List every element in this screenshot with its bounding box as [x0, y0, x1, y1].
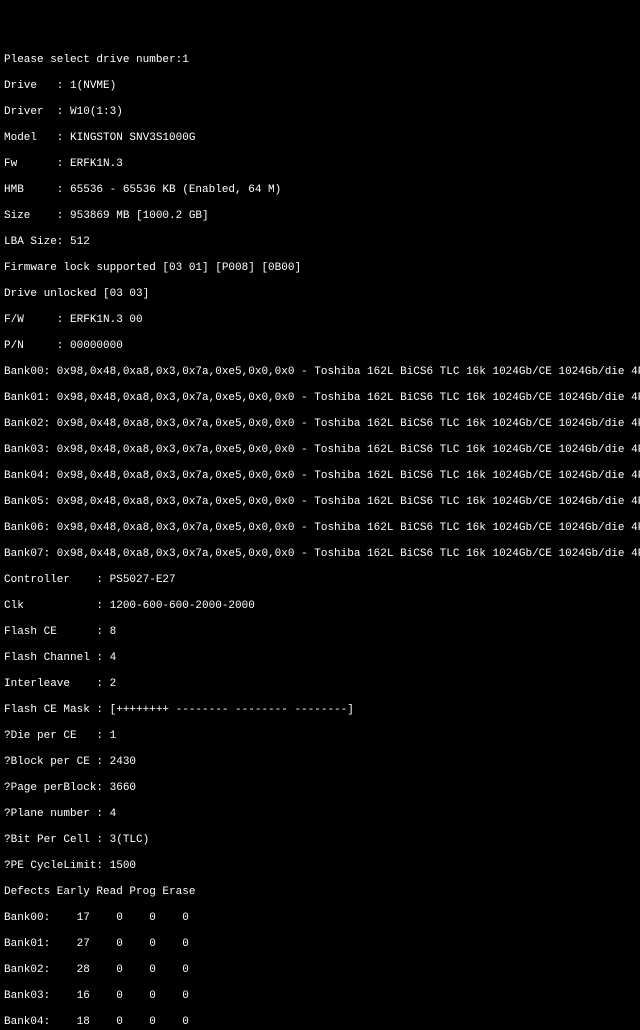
- fw2-line: F/W : ERFK1N.3 00: [4, 314, 636, 327]
- pn-line: P/N : 00000000: [4, 340, 636, 353]
- hmb-line: HMB : 65536 - 65536 KB (Enabled, 64 M): [4, 184, 636, 197]
- fw-line: Fw : ERFK1N.3: [4, 158, 636, 171]
- pe-cycle-line: ?PE CycleLimit: 1500: [4, 860, 636, 873]
- defects-header: Defects Early Read Prog Erase: [4, 886, 636, 899]
- prompt-line: Please select drive number:1: [4, 54, 636, 67]
- drive-line: Drive : 1(NVME): [4, 80, 636, 93]
- bit-per-cell-line: ?Bit Per Cell : 3(TLC): [4, 834, 636, 847]
- plane-number-line: ?Plane number : 4: [4, 808, 636, 821]
- die-per-ce-line: ?Die per CE : 1: [4, 730, 636, 743]
- defects-row: Bank02: 28 0 0 0: [4, 964, 636, 977]
- size-line: Size : 953869 MB [1000.2 GB]: [4, 210, 636, 223]
- bank-id-row: Bank01: 0x98,0x48,0xa8,0x3,0x7a,0xe5,0x0…: [4, 392, 636, 405]
- bank-id-row: Bank00: 0x98,0x48,0xa8,0x3,0x7a,0xe5,0x0…: [4, 366, 636, 379]
- defects-row: Bank03: 16 0 0 0: [4, 990, 636, 1003]
- model-line: Model : KINGSTON SNV3S1000G: [4, 132, 636, 145]
- flash-ce-line: Flash CE : 8: [4, 626, 636, 639]
- defects-row: Bank04: 18 0 0 0: [4, 1016, 636, 1029]
- bank-id-row: Bank03: 0x98,0x48,0xa8,0x3,0x7a,0xe5,0x0…: [4, 444, 636, 457]
- defects-row: Bank00: 17 0 0 0: [4, 912, 636, 925]
- block-per-ce-line: ?Block per CE : 2430: [4, 756, 636, 769]
- bank-id-row: Bank07: 0x98,0x48,0xa8,0x3,0x7a,0xe5,0x0…: [4, 548, 636, 561]
- bank-id-row: Bank02: 0x98,0x48,0xa8,0x3,0x7a,0xe5,0x0…: [4, 418, 636, 431]
- interleave-line: Interleave : 2: [4, 678, 636, 691]
- driver-line: Driver : W10(1:3): [4, 106, 636, 119]
- page-per-block-line: ?Page perBlock: 3660: [4, 782, 636, 795]
- controller-line: Controller : PS5027-E27: [4, 574, 636, 587]
- fwlock-line: Firmware lock supported [03 01] [P008] […: [4, 262, 636, 275]
- defects-row: Bank01: 27 0 0 0: [4, 938, 636, 951]
- unlocked-line: Drive unlocked [03 03]: [4, 288, 636, 301]
- lba-line: LBA Size: 512: [4, 236, 636, 249]
- bank-id-row: Bank06: 0x98,0x48,0xa8,0x3,0x7a,0xe5,0x0…: [4, 522, 636, 535]
- clk-line: Clk : 1200-600-600-2000-2000: [4, 600, 636, 613]
- bank-id-row: Bank05: 0x98,0x48,0xa8,0x3,0x7a,0xe5,0x0…: [4, 496, 636, 509]
- flash-ce-mask-line: Flash CE Mask : [++++++++ -------- -----…: [4, 704, 636, 717]
- bank-id-row: Bank04: 0x98,0x48,0xa8,0x3,0x7a,0xe5,0x0…: [4, 470, 636, 483]
- flash-channel-line: Flash Channel : 4: [4, 652, 636, 665]
